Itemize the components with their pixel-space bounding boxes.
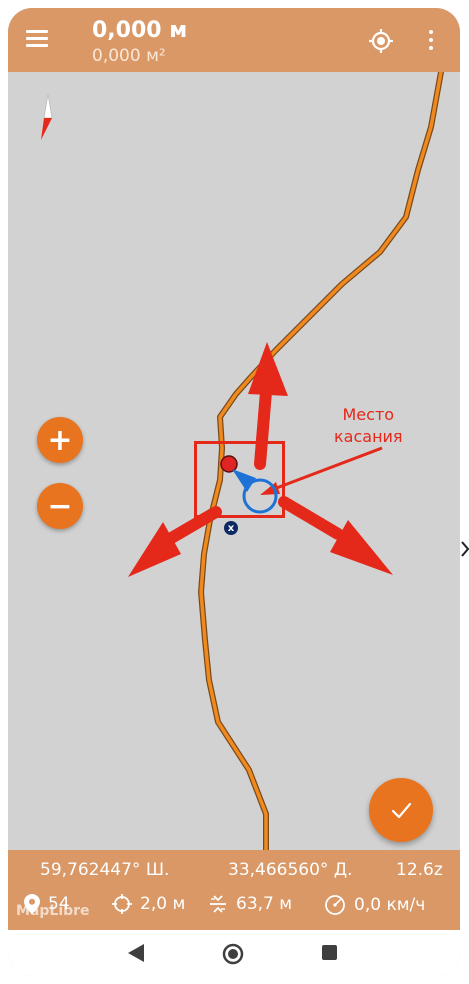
- altitude-value: 63,7 м: [236, 894, 293, 914]
- system-navigation-bar: [8, 930, 460, 976]
- measured-area: 0,000 м²: [92, 46, 166, 66]
- speed-readout: 0,0 км/ч: [324, 894, 425, 916]
- gps-accuracy-icon: [112, 894, 132, 914]
- status-panel: 59,762447° Ш. 33,466560° Д. 12.6z 54 2,0…: [8, 850, 460, 930]
- zoom-readout: 12.6z: [396, 860, 443, 880]
- phone-screen: 0,000 м 0,000 м² + − x Место касания 59,…: [8, 8, 460, 976]
- zoom-out-button[interactable]: −: [37, 483, 83, 529]
- top-app-bar: 0,000 м 0,000 м²: [8, 8, 460, 72]
- crosshair-icon[interactable]: [368, 28, 394, 54]
- annotation-line-1: Место: [342, 405, 395, 424]
- speedometer-icon: [325, 895, 345, 915]
- map-view[interactable]: + − x Место касания: [8, 72, 460, 850]
- back-icon[interactable]: [128, 944, 144, 962]
- delete-point-marker[interactable]: x: [224, 521, 238, 535]
- accuracy-readout: 2,0 м: [112, 894, 185, 914]
- zoom-in-button[interactable]: +: [37, 417, 83, 463]
- speed-value: 0,0 км/ч: [354, 895, 426, 915]
- compass-icon[interactable]: [36, 94, 54, 140]
- maplibre-logo: MapLibre: [16, 903, 90, 919]
- longitude-readout: 33,466560° Д.: [228, 860, 353, 880]
- touch-location-annotation: Место касания: [334, 404, 403, 448]
- home-icon[interactable]: [222, 943, 244, 965]
- touch-point-highlight: [194, 441, 285, 518]
- menu-icon[interactable]: [26, 30, 48, 48]
- recent-apps-icon[interactable]: [322, 945, 337, 960]
- check-icon: [391, 802, 412, 819]
- latitude-readout: 59,762447° Ш.: [40, 860, 170, 880]
- altitude-readout: 63,7 м: [208, 894, 292, 914]
- accuracy-value: 2,0 м: [140, 894, 186, 914]
- annotation-line-2: касания: [334, 427, 403, 446]
- measured-distance: 0,000 м: [92, 18, 188, 43]
- confirm-button[interactable]: [369, 778, 433, 842]
- altitude-icon: [210, 895, 226, 913]
- chevron-right-icon: [461, 541, 469, 557]
- more-vert-icon[interactable]: [428, 30, 434, 52]
